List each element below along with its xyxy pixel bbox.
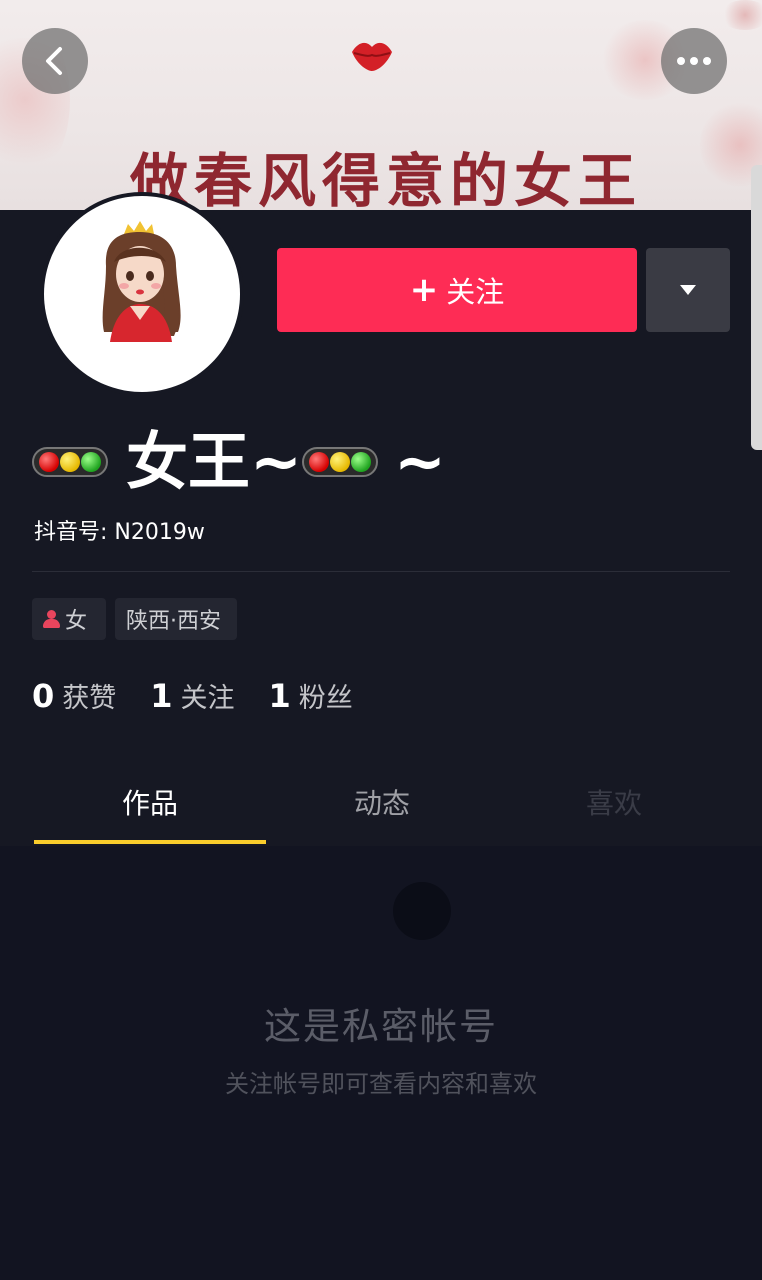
scroll-indicator[interactable] (751, 165, 762, 450)
name-text-suffix: ~ (393, 425, 446, 498)
stat-value: 1 (150, 677, 173, 715)
following-stat[interactable]: 1 关注 (150, 676, 234, 715)
traffic-light-emoji (301, 447, 378, 477)
douyin-id[interactable]: 抖音号: N2019w (34, 514, 205, 546)
tab-likes[interactable]: 喜欢 (498, 770, 730, 846)
avatar-image (44, 196, 240, 392)
chevron-left-icon (46, 47, 62, 75)
stat-label: 关注 (180, 683, 235, 714)
more-horizontal-icon (677, 57, 711, 65)
female-person-icon (43, 609, 60, 629)
name-text: 女王~ (126, 425, 302, 498)
gender-tag: 女 (32, 598, 106, 640)
lips-icon (352, 42, 392, 71)
caret-down-icon (680, 285, 696, 295)
more-button[interactable] (661, 28, 727, 94)
stat-label: 获赞 (62, 683, 117, 714)
blossom-decoration (720, 0, 762, 30)
stat-value: 1 (268, 677, 291, 715)
recommend-dropdown-button[interactable] (646, 248, 730, 332)
location-tag: 陕西·西安 (115, 598, 237, 640)
profile-stats: 0 获赞 1 关注 1 粉丝 (32, 676, 387, 722)
avatar[interactable] (40, 192, 244, 396)
active-tab-indicator (34, 840, 266, 844)
profile-tabs: 作品 动态 喜欢 (34, 770, 730, 846)
stat-value: 0 (32, 677, 55, 715)
traffic-light-emoji (32, 447, 108, 477)
gender-tag-label: 女 (65, 609, 88, 634)
divider (32, 571, 730, 572)
followers-stat[interactable]: 1 粉丝 (269, 676, 353, 715)
profile-name: 女王~ ~ (32, 424, 446, 500)
private-content-area (0, 846, 762, 1280)
follow-button-label: 关注 (446, 275, 505, 309)
private-account-subtitle: 关注帐号即可查看内容和喜欢 (225, 1070, 537, 1098)
follow-button[interactable]: + 关注 (277, 248, 637, 332)
cartoon-queen-illustration (102, 221, 181, 342)
stat-label: 粉丝 (298, 683, 353, 714)
lock-icon (393, 882, 451, 940)
tab-works[interactable]: 作品 (34, 770, 266, 846)
back-button[interactable] (22, 28, 88, 94)
tab-moments[interactable]: 动态 (266, 770, 498, 846)
profile-banner: 做春风得意的女王 (0, 0, 762, 210)
private-account-title: 这是私密帐号 (264, 1005, 498, 1048)
likes-stat[interactable]: 0 获赞 (32, 676, 116, 715)
plus-icon: + (409, 270, 439, 310)
